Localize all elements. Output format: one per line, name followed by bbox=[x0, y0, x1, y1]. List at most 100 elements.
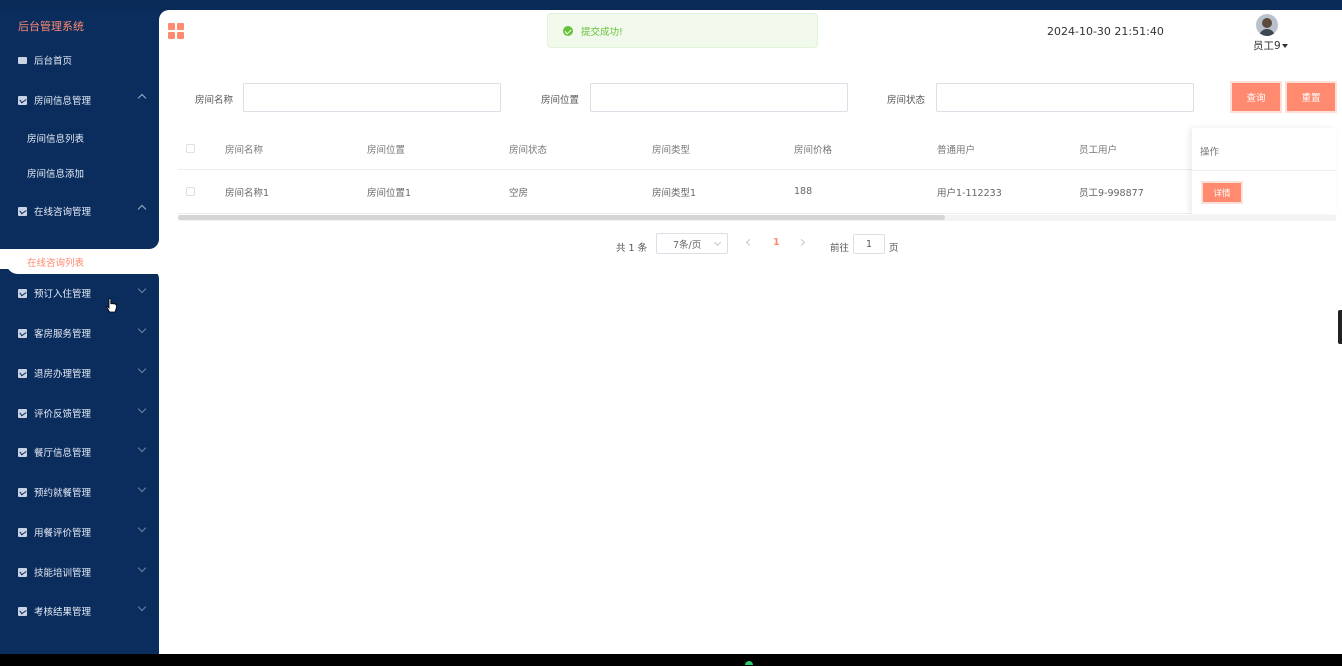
sidebar-item-booking[interactable]: 预订入住管理 bbox=[0, 280, 159, 306]
chevron-down-icon bbox=[137, 563, 147, 573]
column-header: 房间价格 bbox=[794, 144, 833, 156]
table-cell: 房间名称1 bbox=[225, 187, 270, 199]
window-top-bar bbox=[0, 0, 1342, 10]
chevron-up-icon bbox=[137, 93, 147, 103]
indicator-dot bbox=[745, 661, 753, 665]
sidebar-item-room-mgmt[interactable]: 房间信息管理 bbox=[0, 87, 159, 113]
page-size-select[interactable]: 7条/页 bbox=[656, 233, 728, 254]
row-checkbox[interactable] bbox=[186, 187, 195, 196]
sidebar-item-label: 客房服务管理 bbox=[34, 329, 92, 340]
table-header: 房间名称 房间位置 房间状态 房间类型 房间价格 普通用户 员工用户 bbox=[178, 128, 1336, 170]
chart-icon bbox=[18, 487, 27, 497]
chart-icon bbox=[18, 567, 27, 577]
sidebar-subitem-room-list[interactable]: 房间信息列表 bbox=[0, 125, 159, 151]
main-panel: 提交成功! 2024-10-30 21:51:40 员工9 房间名称 房间位置 … bbox=[159, 10, 1342, 654]
next-page-icon[interactable] bbox=[797, 238, 806, 247]
sidebar-item-dining-review[interactable]: 用餐评价管理 bbox=[0, 519, 159, 545]
sidebar-item-room-service[interactable]: 客房服务管理 bbox=[0, 320, 159, 346]
room-status-input[interactable] bbox=[936, 83, 1194, 112]
success-toast: 提交成功! bbox=[547, 13, 818, 48]
chart-icon bbox=[18, 527, 27, 537]
chart-icon bbox=[18, 606, 27, 616]
room-location-input[interactable] bbox=[590, 83, 848, 112]
monitor-icon bbox=[18, 56, 27, 64]
sidebar-item-label: 预订入住管理 bbox=[34, 289, 92, 300]
sidebar-item-label: 用餐评价管理 bbox=[34, 528, 92, 539]
chevron-up-icon bbox=[137, 204, 147, 214]
sidebar-item-consult-mgmt[interactable]: 在线咨询管理 bbox=[0, 198, 159, 224]
sidebar-item-label: 预约就餐管理 bbox=[34, 488, 92, 499]
toast-message: 提交成功! bbox=[581, 26, 623, 38]
chart-icon bbox=[18, 288, 27, 298]
column-header: 操作 bbox=[1200, 147, 1220, 158]
page-size-value: 7条/页 bbox=[673, 239, 702, 251]
sidebar-item-label: 餐厅信息管理 bbox=[34, 448, 92, 459]
column-header: 房间状态 bbox=[509, 144, 548, 156]
current-datetime: 2024-10-30 21:51:40 bbox=[1047, 25, 1164, 38]
column-header: 员工用户 bbox=[1079, 144, 1118, 156]
detail-button[interactable]: 详情 bbox=[1203, 183, 1241, 202]
chevron-down-icon bbox=[713, 238, 722, 247]
column-header: 房间类型 bbox=[652, 144, 691, 156]
page-suffix: 页 bbox=[889, 243, 899, 254]
sidebar-subitem-room-add[interactable]: 房间信息添加 bbox=[0, 160, 159, 186]
chart-icon bbox=[18, 408, 27, 418]
chart-icon bbox=[18, 206, 27, 216]
room-location-label: 房间位置 bbox=[541, 95, 580, 106]
column-header: 普通用户 bbox=[937, 144, 976, 156]
pointer-cursor-icon bbox=[106, 298, 117, 313]
chevron-down-icon bbox=[137, 324, 147, 334]
sidebar-item-training[interactable]: 技能培训管理 bbox=[0, 559, 159, 585]
goto-page-input[interactable]: 1 bbox=[853, 234, 885, 254]
sidebar-item-home[interactable]: 后台首页 bbox=[0, 47, 159, 73]
sidebar-item-restaurant[interactable]: 餐厅信息管理 bbox=[0, 439, 159, 465]
sidebar-item-label: 房间信息列表 bbox=[27, 134, 85, 145]
goto-label: 前往 bbox=[830, 243, 850, 254]
chart-icon bbox=[18, 368, 27, 378]
sidebar-item-label: 评价反馈管理 bbox=[34, 409, 92, 420]
chevron-down-icon bbox=[137, 364, 147, 374]
room-name-input[interactable] bbox=[243, 83, 501, 112]
menu-grid-icon[interactable] bbox=[168, 23, 184, 39]
table-cell: 188 bbox=[794, 186, 813, 197]
chevron-down-icon bbox=[137, 523, 147, 533]
chevron-down-icon bbox=[137, 284, 147, 294]
column-header: 房间位置 bbox=[367, 144, 406, 156]
user-menu[interactable]: 员工9 bbox=[1253, 38, 1288, 53]
divider bbox=[1192, 170, 1336, 171]
sidebar-item-feedback[interactable]: 评价反馈管理 bbox=[0, 400, 159, 426]
select-all-checkbox[interactable] bbox=[186, 144, 195, 153]
avatar[interactable] bbox=[1256, 14, 1278, 36]
chevron-down-icon bbox=[137, 483, 147, 493]
chart-icon bbox=[18, 95, 27, 105]
sidebar: 后台管理系统 后台首页 房间信息管理 房间信息列表 房间信息添加 在线咨询管理 … bbox=[0, 10, 159, 654]
reset-button[interactable]: 重置 bbox=[1287, 83, 1335, 111]
window-bottom-bar bbox=[0, 654, 1342, 666]
current-page[interactable]: 1 bbox=[773, 237, 780, 248]
sidebar-subitem-consult-list[interactable]: 在线咨询列表 bbox=[6, 249, 159, 274]
check-circle-icon bbox=[563, 25, 573, 36]
room-name-label: 房间名称 bbox=[195, 95, 234, 106]
sidebar-item-assessment[interactable]: 考核结果管理 bbox=[0, 598, 159, 624]
edge-handle bbox=[1338, 310, 1342, 344]
sidebar-item-label: 考核结果管理 bbox=[34, 607, 92, 618]
chart-icon bbox=[18, 328, 27, 338]
fixed-action-column: 操作 详情 bbox=[1192, 128, 1336, 214]
table-cell: 员工9-998877 bbox=[1079, 187, 1144, 199]
query-button[interactable]: 查询 bbox=[1232, 83, 1280, 111]
table-cell: 空房 bbox=[509, 187, 529, 199]
sidebar-item-label: 房间信息添加 bbox=[27, 169, 85, 180]
table-cell: 房间类型1 bbox=[652, 187, 697, 199]
prev-page-icon[interactable] bbox=[745, 238, 754, 247]
chevron-down-icon bbox=[137, 404, 147, 414]
sidebar-item-checkout[interactable]: 退房办理管理 bbox=[0, 360, 159, 386]
scrollbar-thumb[interactable] bbox=[178, 215, 945, 220]
sidebar-item-label: 技能培训管理 bbox=[34, 568, 92, 579]
table-cell: 房间位置1 bbox=[367, 187, 412, 199]
sidebar-item-label: 后台首页 bbox=[34, 56, 73, 67]
app-title: 后台管理系统 bbox=[18, 20, 84, 33]
sidebar-item-dining-reservation[interactable]: 预约就餐管理 bbox=[0, 479, 159, 505]
room-status-label: 房间状态 bbox=[887, 95, 926, 106]
username-label: 员工9 bbox=[1253, 40, 1281, 52]
chart-icon bbox=[18, 447, 27, 457]
